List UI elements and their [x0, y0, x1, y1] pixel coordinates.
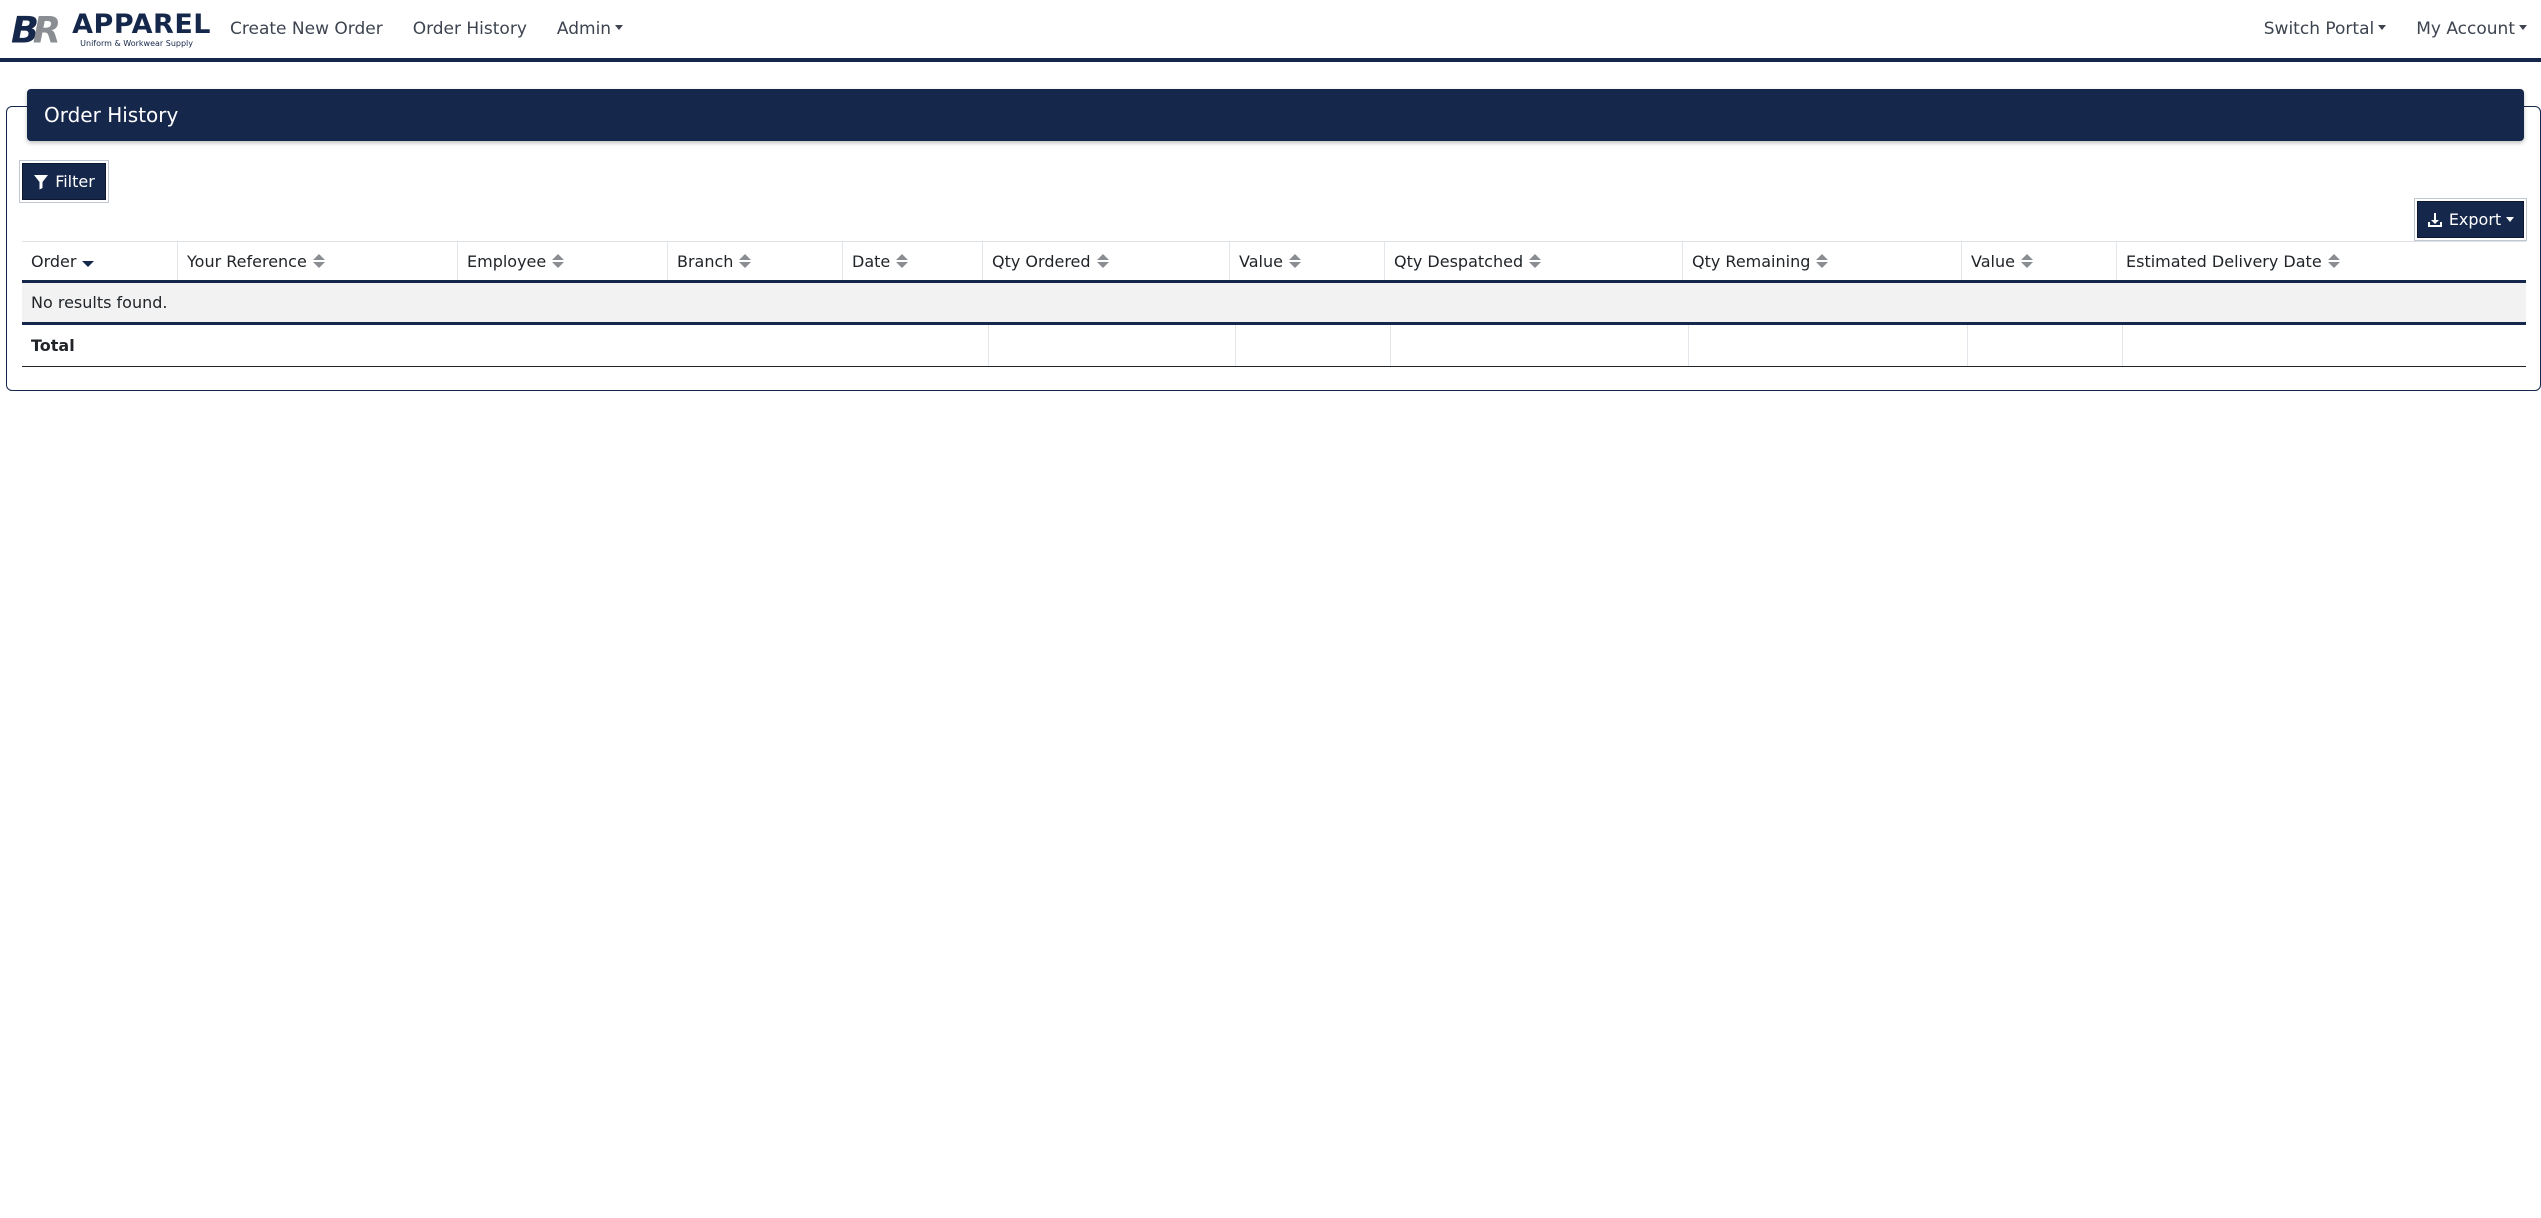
card-header: Order History [27, 89, 2524, 141]
caret-down-icon [615, 24, 624, 30]
footer-cell [1688, 325, 1967, 366]
export-button-label: Export [2448, 210, 2502, 229]
sort-icon [552, 254, 565, 268]
column-label: Branch [677, 251, 734, 271]
column-label: Value [1239, 251, 1283, 271]
column-header-qty-remaining[interactable]: Qty Remaining [1682, 242, 1961, 280]
sort-icon [2327, 254, 2340, 268]
table-footer-row: Total [22, 325, 2526, 367]
empty-results-row: No results found. [22, 283, 2526, 325]
column-header-your-reference[interactable]: Your Reference [177, 242, 457, 280]
empty-message: No results found. [31, 293, 168, 312]
sort-icon [1096, 254, 1109, 268]
nav-admin-dropdown[interactable]: Admin [556, 19, 624, 39]
nav-switch-portal-dropdown[interactable]: Switch Portal [2263, 19, 2387, 39]
svg-text:R: R [33, 8, 61, 51]
brand-text: APPAREL Uniform & Workwear Supply [72, 11, 211, 48]
filter-button-label: Filter [55, 172, 95, 191]
column-header-value-remaining[interactable]: Value [1961, 242, 2116, 280]
column-header-estimated-delivery-date[interactable]: Estimated Delivery Date [2116, 242, 2526, 280]
orders-table: Order Your Reference Employee Branch Dat… [22, 241, 2526, 367]
download-icon [2427, 212, 2442, 227]
order-history-card: Order History Filter Export Order Your R… [6, 89, 2541, 391]
column-label: Employee [467, 251, 547, 271]
column-header-date[interactable]: Date [842, 242, 982, 280]
caret-down-icon [2506, 217, 2515, 222]
column-header-value[interactable]: Value [1229, 242, 1384, 280]
footer-cell [1235, 325, 1390, 366]
column-header-qty-despatched[interactable]: Qty Despatched [1384, 242, 1682, 280]
column-label: Estimated Delivery Date [2126, 251, 2322, 271]
footer-cell [988, 325, 1235, 366]
footer-cell [1390, 325, 1688, 366]
column-header-order[interactable]: Order [22, 242, 177, 280]
sort-icon [739, 254, 752, 268]
funnel-icon [34, 174, 49, 189]
column-header-qty-ordered[interactable]: Qty Ordered [982, 242, 1229, 280]
sort-desc-icon [82, 261, 95, 267]
brand-word: APPAREL [72, 8, 211, 40]
page-title: Order History [44, 103, 179, 127]
column-label: Value [1971, 251, 2015, 271]
nav-switch-portal-label: Switch Portal [2263, 19, 2375, 39]
br-monogram-icon: B R [11, 8, 61, 51]
footer-cell [2122, 325, 2526, 366]
footer-cell [1967, 325, 2122, 366]
top-navbar: B R APPAREL Uniform & Workwear Supply Cr… [0, 0, 2541, 62]
sort-icon [1529, 254, 1542, 268]
sort-icon [312, 254, 325, 268]
main-nav: Create New Order Order History Admin [230, 19, 653, 39]
export-button[interactable]: Export [2417, 201, 2524, 238]
sort-icon [1288, 254, 1301, 268]
caret-down-icon [2378, 24, 2387, 30]
column-header-branch[interactable]: Branch [667, 242, 842, 280]
column-label: Qty Ordered [992, 251, 1091, 271]
footer-total-label: Total [31, 336, 75, 355]
nav-my-account-dropdown[interactable]: My Account [2416, 19, 2527, 39]
nav-right: Switch Portal My Account [2234, 19, 2527, 39]
nav-admin-label: Admin [556, 19, 612, 39]
sort-icon [896, 254, 909, 268]
brand-tagline: Uniform & Workwear Supply [80, 38, 193, 48]
filter-button[interactable]: Filter [22, 163, 106, 200]
sort-icon [2020, 254, 2033, 268]
brand-logo[interactable]: B R APPAREL Uniform & Workwear Supply [11, 5, 211, 53]
nav-create-new-order[interactable]: Create New Order [230, 19, 383, 39]
column-label: Date [852, 251, 891, 271]
sort-icon [1816, 254, 1829, 268]
column-label: Qty Remaining [1692, 251, 1811, 271]
column-label: Order [31, 251, 77, 271]
column-label: Your Reference [187, 251, 307, 271]
column-header-employee[interactable]: Employee [457, 242, 667, 280]
column-label: Qty Despatched [1394, 251, 1524, 271]
nav-order-history[interactable]: Order History [413, 19, 527, 39]
table-header-row: Order Your Reference Employee Branch Dat… [22, 241, 2526, 283]
caret-down-icon [2519, 24, 2527, 30]
nav-my-account-label: My Account [2416, 19, 2515, 39]
